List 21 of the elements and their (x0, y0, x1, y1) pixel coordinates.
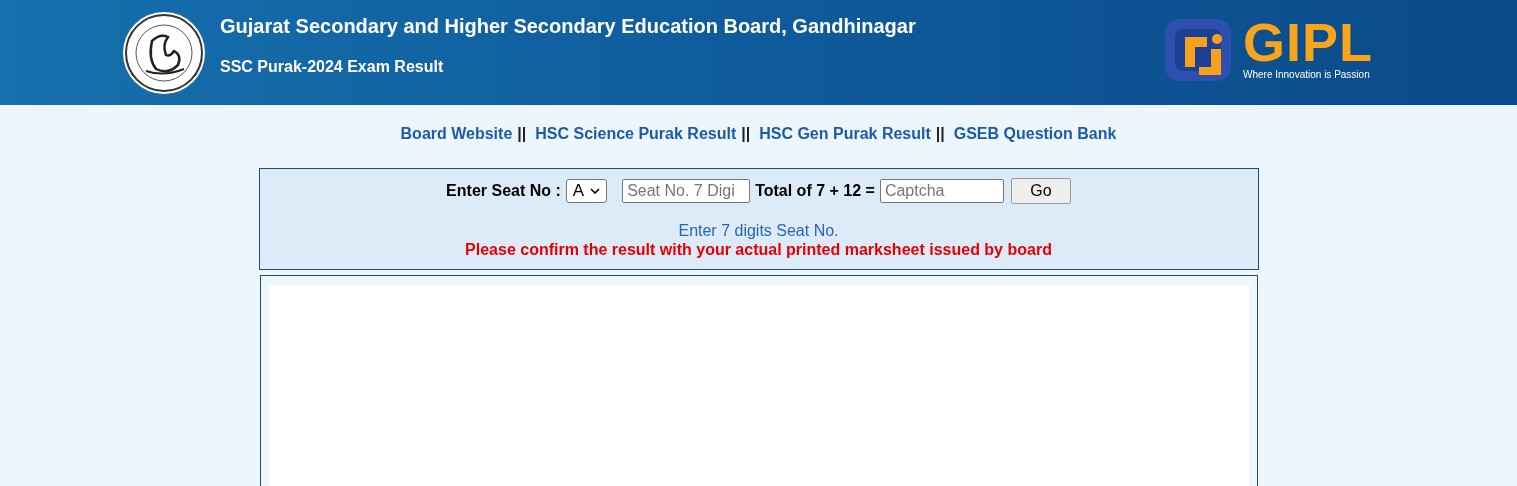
emblem-icon (122, 10, 206, 95)
captcha-label: Total of 7 + 12 = (755, 182, 875, 200)
company-tagline: Where Innovation is Passion (1243, 69, 1371, 80)
nav-link[interactable]: GSEB Question Bank (953, 125, 1117, 143)
seat-label: Enter Seat No : (446, 182, 561, 200)
link-separator: || (517, 125, 527, 143)
go-button[interactable]: Go (1010, 178, 1071, 204)
company-name: GIPL (1243, 17, 1373, 67)
series-dropdown[interactable]: A (565, 179, 608, 203)
nav-link[interactable]: HSC Gen Purak Result (759, 125, 931, 143)
caret-icon (590, 188, 601, 194)
link-separator: || (935, 125, 945, 143)
link-separator: || (741, 125, 751, 143)
warning-text: Please confirm the result with your actual printed marksheet issued by board (464, 241, 1053, 259)
exam-subtitle: SSC Purak-2024 Exam Result (220, 58, 445, 76)
hint-text: Enter 7 digits Seat No. (677, 222, 840, 240)
nav-link[interactable]: HSC Science Purak Result (535, 125, 737, 143)
board-title: Gujarat Secondary and Higher Secondary Education Board, Gandhinagar (220, 15, 916, 38)
seat-number-field[interactable]: Seat No. 7 Digi (622, 179, 751, 203)
captcha-field[interactable]: Captcha (879, 179, 1004, 203)
nav-link[interactable]: Board Website (400, 125, 513, 143)
